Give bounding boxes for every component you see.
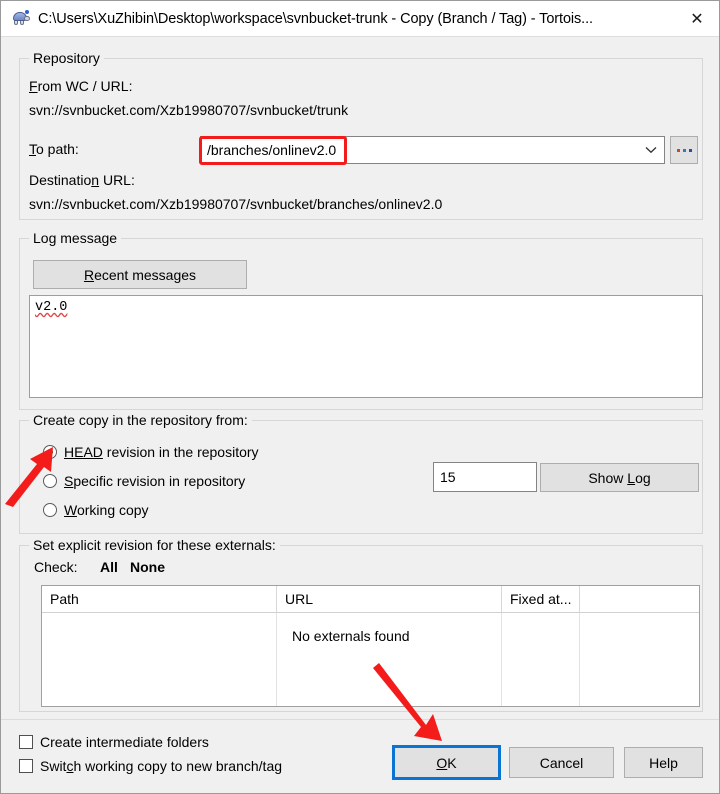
check-label: Check: [34, 559, 78, 575]
column-header-path[interactable]: Path [42, 586, 277, 612]
working-copy-label: Working copy [64, 502, 149, 518]
show-log-button[interactable]: Show Log [540, 463, 699, 492]
tortoise-icon [11, 9, 31, 29]
externals-empty-message: No externals found [292, 628, 410, 644]
externals-group-label: Set explicit revision for these external… [29, 537, 280, 553]
column-header-fixed-at[interactable]: Fixed at... [502, 586, 580, 612]
destination-url-label: Destination URL: [29, 172, 135, 188]
to-path-combobox[interactable]: /branches/onlinev2.0 [200, 136, 665, 164]
create-intermediate-folders-label: Create intermediate folders [40, 734, 209, 750]
externals-header-row: Path URL Fixed at... [42, 586, 699, 613]
radio-indicator-working[interactable] [43, 503, 57, 517]
check-all-link[interactable]: All [100, 559, 118, 575]
switch-working-copy-label: Switch working copy to new branch/tag [40, 758, 283, 774]
radio-indicator-head[interactable] [43, 445, 57, 459]
checkbox-indicator-switch[interactable] [19, 759, 33, 773]
working-copy-radio[interactable]: Working copy [43, 502, 149, 518]
help-button[interactable]: Help [624, 747, 703, 778]
revision-input[interactable]: 15 [433, 462, 537, 492]
log-message-group-label: Log message [29, 230, 122, 246]
radio-indicator-specific[interactable] [43, 474, 57, 488]
browse-button[interactable] [670, 136, 698, 164]
log-message-text: v2.0 [35, 300, 68, 315]
externals-body: No externals found [42, 613, 699, 706]
from-wc-url-value: svn://svnbucket.com/Xzb19980707/svnbucke… [29, 102, 349, 118]
repository-group-label: Repository [29, 50, 104, 66]
window-title: C:\Users\XuZhibin\Desktop\workspace\svnb… [38, 10, 593, 27]
externals-listview[interactable]: Path URL Fixed at... No externals found [41, 585, 700, 707]
destination-url-value: svn://svnbucket.com/Xzb19980707/svnbucke… [29, 196, 443, 212]
close-icon[interactable]: ✕ [675, 2, 719, 36]
title-bar: C:\Users\XuZhibin\Desktop\workspace\svnb… [1, 1, 719, 37]
column-header-extra[interactable] [580, 586, 699, 612]
to-path-label: To path: [29, 141, 79, 157]
recent-messages-button[interactable]: Recent messages [33, 260, 247, 289]
cancel-button[interactable]: Cancel [509, 747, 614, 778]
create-intermediate-folders-checkbox[interactable]: Create intermediate folders [19, 734, 209, 750]
check-none-link[interactable]: None [130, 559, 165, 575]
switch-working-copy-checkbox[interactable]: Switch working copy to new branch/tag [19, 758, 282, 774]
footer-divider [1, 719, 719, 720]
head-revision-radio[interactable]: HEAD revision in the repository [43, 444, 259, 460]
create-copy-group-label: Create copy in the repository from: [29, 412, 252, 428]
chevron-down-icon[interactable] [638, 137, 664, 163]
head-revision-label: HEAD revision in the repository [64, 444, 259, 460]
log-message-textarea[interactable]: v2.0 [29, 295, 703, 398]
specific-revision-label: Specific revision in repository [64, 473, 246, 489]
to-path-input[interactable]: /branches/onlinev2.0 [201, 142, 638, 158]
column-header-url[interactable]: URL [277, 586, 502, 612]
ok-button[interactable]: OK [394, 747, 499, 778]
checkbox-indicator-intermediate[interactable] [19, 735, 33, 749]
from-wc-url-label: From WC / URL: [29, 78, 133, 94]
specific-revision-radio[interactable]: Specific revision in repository [43, 473, 245, 489]
copy-branch-tag-dialog: C:\Users\XuZhibin\Desktop\workspace\svnb… [0, 0, 720, 794]
